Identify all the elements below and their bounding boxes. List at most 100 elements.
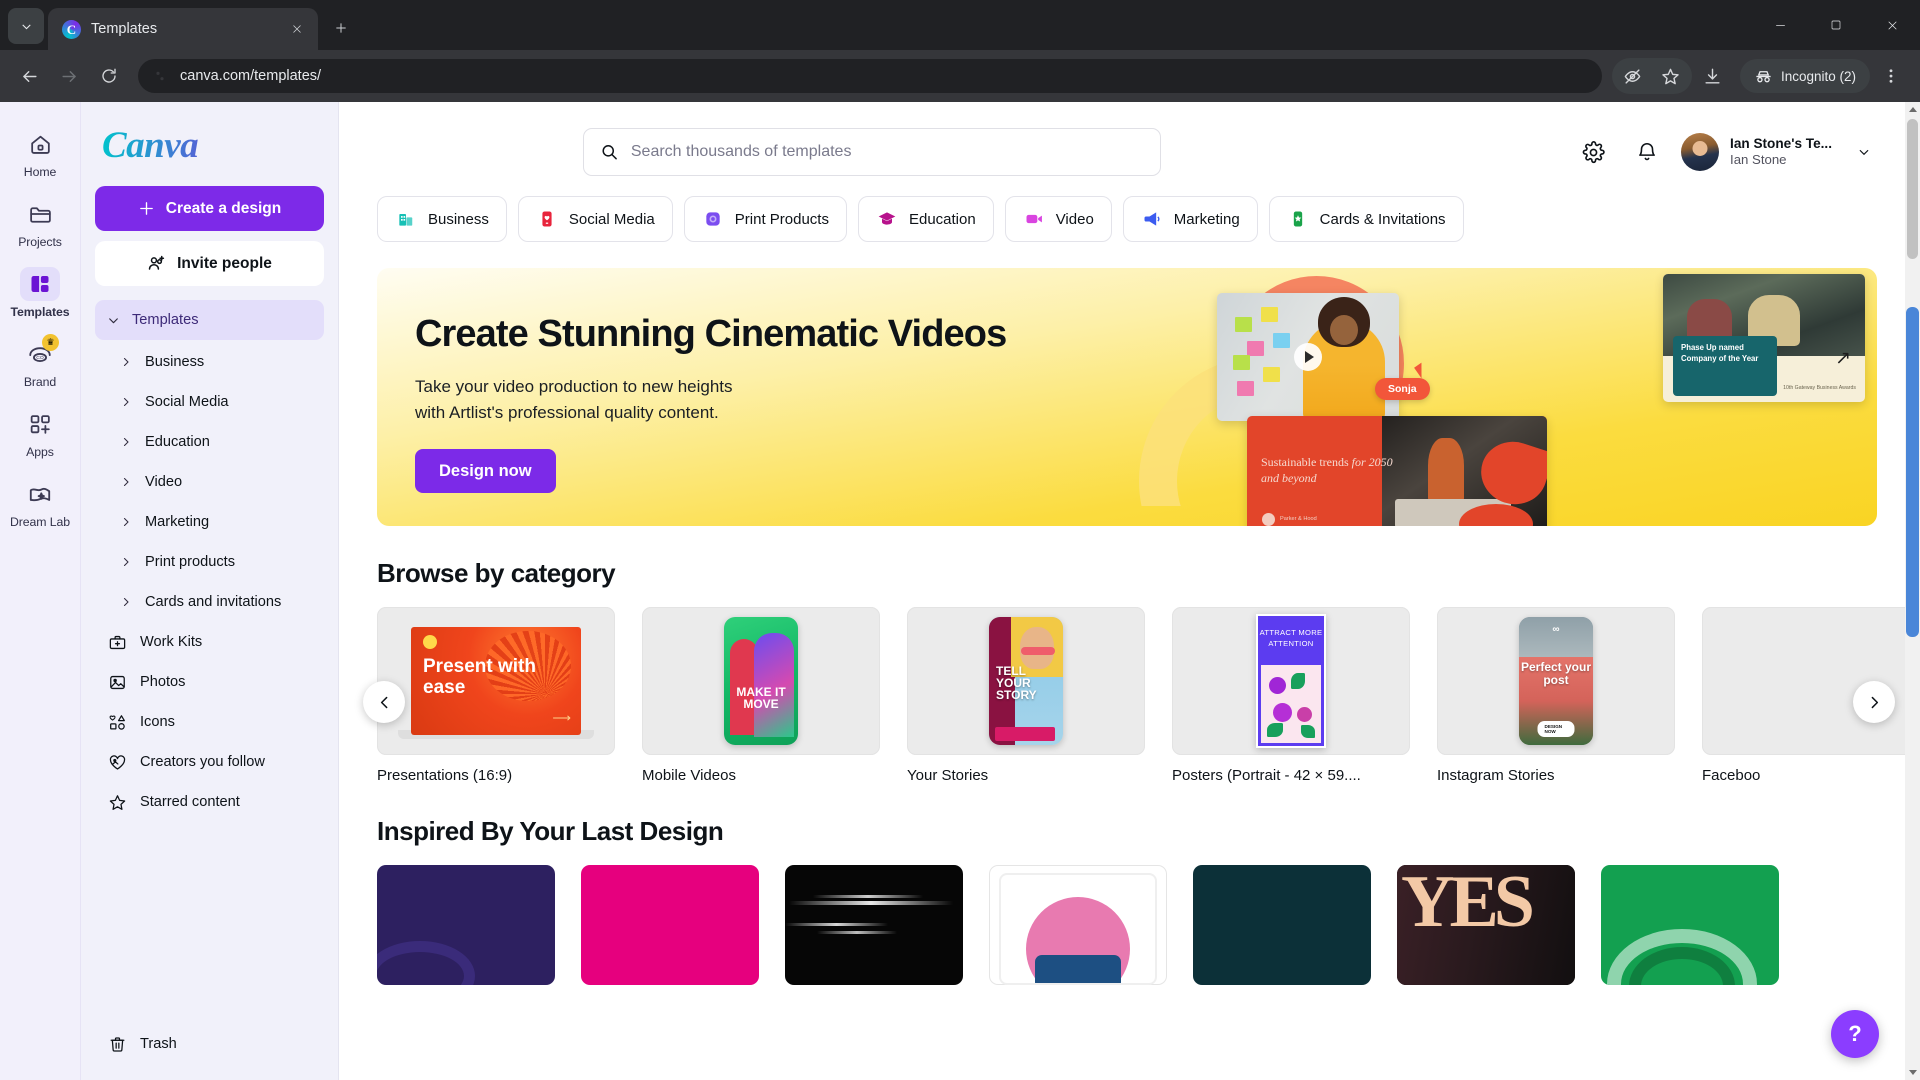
- forward-arrow-icon[interactable]: [50, 57, 88, 95]
- sidebar-item-photos[interactable]: Photos: [95, 662, 324, 702]
- graduation-cap-icon: [876, 208, 898, 230]
- tab-search-button[interactable]: [8, 8, 44, 44]
- search-input[interactable]: [583, 128, 1162, 176]
- window-close-icon[interactable]: [1864, 4, 1920, 46]
- sidebar-item-work-kits[interactable]: Work Kits: [95, 622, 324, 662]
- rail-item-brand[interactable]: CO ♛ Brand: [5, 328, 75, 398]
- inspired-card[interactable]: [377, 865, 555, 985]
- sidebar-templates-label: Templates: [132, 312, 199, 328]
- card-thumbnail: Present with ease ⟶: [377, 607, 615, 755]
- category-card-your-stories[interactable]: TELL YOUR STORY Your Stories: [907, 607, 1145, 784]
- gear-icon[interactable]: [1573, 132, 1613, 172]
- heart-post-icon: [536, 208, 558, 230]
- page-scrollbar[interactable]: [1905, 102, 1920, 1080]
- inspired-card-list: YES: [349, 865, 1905, 985]
- inspired-card[interactable]: [1193, 865, 1371, 985]
- category-card-instagram-stories[interactable]: ∞ Perfect your post DESIGN NOW Instagram…: [1437, 607, 1675, 784]
- inspired-card[interactable]: YES: [1397, 865, 1575, 985]
- rail-item-dream-lab[interactable]: Dream Lab: [5, 468, 75, 538]
- carousel-next-button[interactable]: [1853, 681, 1895, 723]
- design-now-button[interactable]: Design now: [415, 449, 556, 494]
- megaphone-icon: [1141, 208, 1163, 230]
- chip-education[interactable]: Education: [857, 196, 994, 242]
- maximize-icon[interactable]: [1808, 4, 1864, 46]
- sidebar-trash-label: Trash: [140, 1036, 177, 1052]
- sidebar-item-creators-you-follow[interactable]: Creators you follow: [95, 742, 324, 782]
- canva-icon: C: [62, 19, 81, 39]
- sidebar-item-business[interactable]: Business: [95, 342, 324, 382]
- hero-text-block: Create Stunning Cinematic Videos Take yo…: [377, 268, 1217, 526]
- category-card-presentations[interactable]: Present with ease ⟶ Presentations (16:9): [377, 607, 615, 784]
- canva-logo[interactable]: Canva: [102, 127, 324, 164]
- sidebar-item-print-products[interactable]: Print products: [95, 542, 324, 582]
- sidebar-item-templates[interactable]: Templates: [95, 300, 324, 340]
- category-card-mobile-videos[interactable]: MAKE IT MOVE Mobile Videos: [642, 607, 880, 784]
- scroll-down-arrow-icon[interactable]: [1905, 1065, 1920, 1080]
- chevron-right-icon: [119, 356, 133, 368]
- scroll-up-arrow-icon[interactable]: [1905, 102, 1920, 117]
- rail-item-home[interactable]: Home: [5, 118, 75, 188]
- inspired-card[interactable]: [581, 865, 759, 985]
- rail-item-projects[interactable]: Projects: [5, 188, 75, 258]
- account-text: Ian Stone's Te... Ian Stone: [1730, 135, 1832, 169]
- help-button[interactable]: ?: [1831, 1010, 1879, 1058]
- chip-print-products[interactable]: Print Products: [683, 196, 847, 242]
- chevron-right-icon: [119, 516, 133, 528]
- plus-icon[interactable]: [324, 11, 358, 45]
- card-thumb-text: MAKE IT MOVE: [736, 684, 786, 712]
- inspired-card[interactable]: [989, 865, 1167, 985]
- carousel-prev-button[interactable]: [363, 681, 405, 723]
- reload-icon[interactable]: [90, 57, 128, 95]
- hero-video-thumbnail: [1217, 293, 1399, 421]
- category-carousel: Present with ease ⟶ Presentations (16:9)…: [349, 607, 1905, 784]
- category-card-posters[interactable]: ATTRACT MORE ATTENTION Posters (Portrait…: [1172, 607, 1410, 784]
- account-menu[interactable]: Ian Stone's Te... Ian Stone: [1681, 133, 1871, 171]
- sidebar-sub-label: Social Media: [145, 394, 229, 410]
- poster-illustration: [1261, 665, 1321, 743]
- sidebar-item-education[interactable]: Education: [95, 422, 324, 462]
- chevron-down-icon[interactable]: [1857, 145, 1871, 159]
- star-icon[interactable]: [1652, 57, 1690, 95]
- chip-social-media[interactable]: Social Media: [517, 196, 673, 242]
- search-field[interactable]: [630, 143, 1145, 161]
- create-a-design-button[interactable]: Create a design: [95, 186, 324, 231]
- toolbar-right-group: Incognito (2): [1611, 57, 1910, 95]
- chip-video[interactable]: Video: [1004, 196, 1112, 242]
- chip-cards-and-invitations[interactable]: Cards & Invitations: [1268, 196, 1464, 242]
- bell-icon[interactable]: [1627, 132, 1667, 172]
- rail-item-templates[interactable]: Templates: [5, 258, 75, 328]
- search-icon: [602, 145, 617, 160]
- sidebar-item-video[interactable]: Video: [95, 462, 324, 502]
- inspired-section-title: Inspired By Your Last Design: [377, 816, 724, 846]
- hero-banner[interactable]: Create Stunning Cinematic Videos Take yo…: [377, 268, 1877, 526]
- sustain-brand-logo: Parker & Hood: [1262, 513, 1317, 526]
- sidebar-item-starred-content[interactable]: Starred content: [95, 782, 324, 822]
- browser-toolbar: canva.com/templates/ Incognito (2): [0, 50, 1920, 102]
- three-dots-menu-icon[interactable]: [1872, 57, 1910, 95]
- card-thumbnail: MAKE IT MOVE: [642, 607, 880, 755]
- home-icon: [20, 127, 60, 161]
- incognito-indicator[interactable]: Incognito (2): [1739, 59, 1870, 93]
- eye-off-icon[interactable]: [1614, 57, 1652, 95]
- rail-label: Home: [23, 165, 57, 179]
- sidebar-item-social-media[interactable]: Social Media: [95, 382, 324, 422]
- back-arrow-icon[interactable]: [10, 57, 48, 95]
- scrollbar-thumb[interactable]: [1907, 119, 1918, 259]
- chevron-right-icon: [119, 596, 133, 608]
- browser-tab[interactable]: C Templates: [48, 8, 318, 50]
- download-icon[interactable]: [1694, 57, 1732, 95]
- inspired-card[interactable]: [1601, 865, 1779, 985]
- chip-marketing[interactable]: Marketing: [1122, 196, 1258, 242]
- sidebar-item-icons[interactable]: Icons: [95, 702, 324, 742]
- address-bar[interactable]: canva.com/templates/: [138, 59, 1602, 93]
- chip-business[interactable]: Business: [377, 196, 507, 242]
- inspired-card[interactable]: [785, 865, 963, 985]
- invite-people-button[interactable]: Invite people: [95, 241, 324, 286]
- sidebar-item-trash[interactable]: Trash: [95, 1024, 324, 1064]
- sidebar-item-marketing[interactable]: Marketing: [95, 502, 324, 542]
- close-icon[interactable]: [286, 18, 308, 40]
- category-card-label: Posters (Portrait - 42 × 59....: [1172, 767, 1361, 784]
- rail-item-apps[interactable]: Apps: [5, 398, 75, 468]
- sidebar-item-cards-and-invitations[interactable]: Cards and invitations: [95, 582, 324, 622]
- minimize-icon[interactable]: [1752, 4, 1808, 46]
